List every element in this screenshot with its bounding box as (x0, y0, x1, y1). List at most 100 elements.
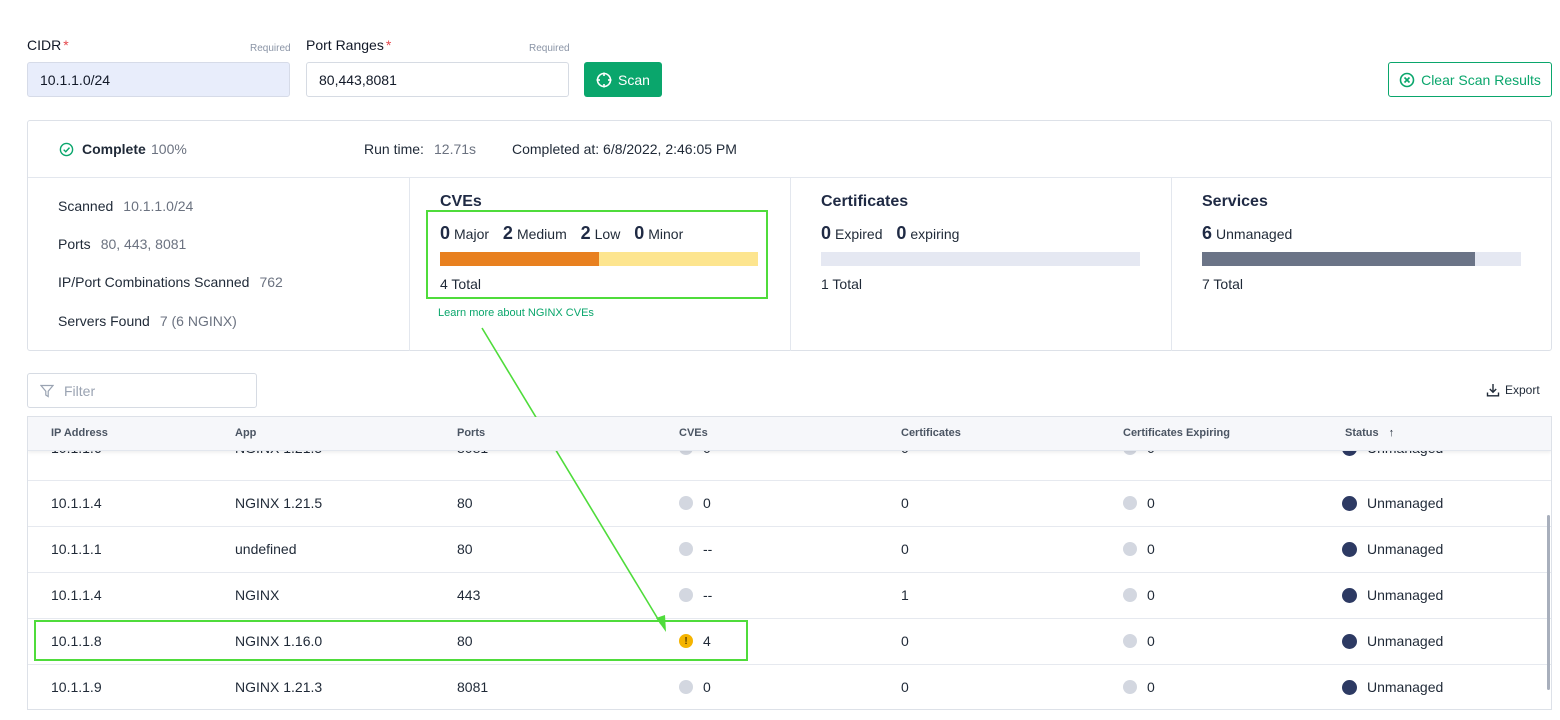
certificate-counts: 0 Expired 0 expiring (821, 223, 960, 243)
scan-summary-card: Complete 100% Run time: 12.71s Completed… (27, 120, 1552, 351)
certificates-title: Certificates (821, 193, 909, 210)
table-row[interactable]: 10.1.1.1 undefined 80 -- 0 0 Unmanaged (28, 527, 1551, 573)
scan-button-label: Scan (618, 71, 650, 88)
cell-ports: 80 (457, 541, 473, 557)
column-header-ip[interactable]: IP Address (51, 427, 108, 439)
scan-button[interactable]: Scan (584, 62, 662, 97)
filter-icon (40, 384, 54, 398)
clear-button-label: Clear Scan Results (1421, 71, 1541, 88)
table-row[interactable]: 10.1.1.9 NGINX 1.21.3 8081 0 0 0 Unmanaged (28, 665, 1551, 709)
ports-required-hint: Required (529, 43, 570, 54)
cell-certificates: 1 (901, 587, 909, 603)
cell-app: NGINX 1.21.5 (235, 495, 323, 511)
cve-indicator-icon (679, 588, 693, 602)
column-header-app[interactable]: App (235, 427, 256, 439)
cell-ip: 10.1.1.9 (51, 679, 102, 695)
cell-app: NGINX (235, 587, 280, 603)
services-unmanaged-segment (1202, 252, 1476, 266)
cell-ip: 10.1.1.4 (51, 495, 102, 511)
cidr-required-hint: Required (250, 43, 291, 54)
cell-status: Unmanaged (1342, 633, 1443, 649)
cve-indicator-icon (679, 680, 693, 694)
stat-ports: Ports 80, 443, 8081 (58, 236, 187, 252)
runtime-label: Run time: (364, 141, 424, 157)
row-highlight-box (34, 620, 748, 661)
expiring-indicator-icon (1123, 496, 1137, 510)
stat-combinations: IP/Port Combinations Scanned 762 (58, 274, 283, 290)
expiring-indicator-icon (1123, 680, 1137, 694)
table-header: IP Address App Ports CVEs Certificates C… (28, 417, 1551, 451)
port-ranges-label: Port Ranges * (306, 37, 392, 53)
expiring-indicator-icon (1123, 634, 1137, 648)
cell-ports: 80 (457, 495, 473, 511)
cell-status: Unmanaged (1342, 679, 1443, 695)
learn-more-cves-link[interactable]: Learn more about NGINX CVEs (438, 307, 594, 319)
column-header-cves[interactable]: CVEs (679, 427, 708, 439)
expiring-indicator-icon (1123, 588, 1137, 602)
cell-ports: 443 (457, 587, 481, 603)
cell-status: Unmanaged (1342, 541, 1443, 557)
runtime-value: 12.71s (434, 141, 477, 157)
column-header-ports[interactable]: Ports (457, 427, 485, 439)
cve-highlight-box (426, 210, 768, 299)
cell-certificates-expiring: 0 (1123, 495, 1155, 511)
divider (1171, 178, 1172, 351)
cell-certificates-expiring: 0 (1123, 633, 1155, 649)
export-button[interactable]: Export (1486, 383, 1540, 397)
scan-results-table: IP Address App Ports CVEs Certificates C… (27, 416, 1552, 710)
status-dot-icon (1342, 541, 1357, 557)
divider (790, 178, 791, 351)
column-header-certificates[interactable]: Certificates (901, 427, 961, 439)
status-dot-icon (1342, 495, 1357, 511)
cves-title: CVEs (440, 193, 482, 210)
scan-status-bar: Complete 100% Run time: 12.71s Completed… (28, 121, 1551, 178)
clear-scan-results-button[interactable]: Clear Scan Results (1388, 62, 1552, 97)
services-bar (1202, 252, 1521, 266)
sort-ascending-icon: ↑ (1388, 427, 1395, 439)
crosshair-icon (596, 72, 612, 87)
cidr-label: CIDR * (27, 37, 69, 53)
divider (409, 178, 410, 351)
services-counts: 6 Unmanaged (1202, 223, 1293, 243)
cell-ports: 8081 (457, 679, 489, 695)
column-header-certificates-expiring[interactable]: Certificates Expiring (1123, 427, 1230, 439)
table-row[interactable]: 10.1.1.4 NGINX 443 -- 1 0 Unmanaged (28, 573, 1551, 619)
cell-ip: 10.1.1.1 (51, 541, 102, 557)
filter-input[interactable]: Filter (27, 373, 257, 408)
status-dot-icon (1342, 633, 1357, 649)
status-dot-icon (1342, 587, 1357, 603)
expiring-indicator-icon (1123, 542, 1137, 556)
stat-scanned: Scanned 10.1.1.0/24 (58, 198, 194, 214)
status-state: Complete (82, 141, 146, 157)
cell-status: Unmanaged (1342, 587, 1443, 603)
cell-certificates: 0 (901, 633, 909, 649)
cve-indicator-icon (679, 542, 693, 556)
certificates-total: 1 Total (821, 276, 862, 292)
cidr-input[interactable]: 10.1.1.0/24 (27, 62, 290, 97)
services-total: 7 Total (1202, 276, 1243, 292)
cell-certificates-expiring: 0 (1123, 587, 1155, 603)
cell-cves: 0 (679, 679, 711, 695)
completed-at: Completed at: 6/8/2022, 2:46:05 PM (512, 141, 737, 157)
cell-certificates-expiring: 0 (1123, 541, 1155, 557)
column-header-status[interactable]: Status ↑ (1345, 427, 1394, 439)
cve-indicator-icon (679, 496, 693, 510)
cell-cves: -- (679, 587, 712, 603)
cell-status: Unmanaged (1342, 495, 1443, 511)
services-title: Services (1202, 193, 1268, 210)
export-label: Export (1505, 383, 1540, 397)
filter-placeholder: Filter (64, 382, 96, 399)
download-icon (1486, 384, 1500, 397)
certificates-bar (821, 252, 1140, 266)
table-scrollbar[interactable] (1547, 515, 1550, 690)
table-row[interactable]: 10.1.1.4 NGINX 1.21.5 80 0 0 0 Unmanaged (28, 481, 1551, 527)
stat-servers-found: Servers Found 7 (6 NGINX) (58, 313, 237, 329)
cell-cves: -- (679, 541, 712, 557)
cell-certificates: 0 (901, 541, 909, 557)
cell-certificates-expiring: 0 (1123, 679, 1155, 695)
cell-certificates: 0 (901, 679, 909, 695)
status-dot-icon (1342, 679, 1357, 695)
port-ranges-input[interactable]: 80,443,8081 (306, 62, 569, 97)
close-circle-icon (1399, 72, 1415, 87)
cell-cves: 0 (679, 495, 711, 511)
